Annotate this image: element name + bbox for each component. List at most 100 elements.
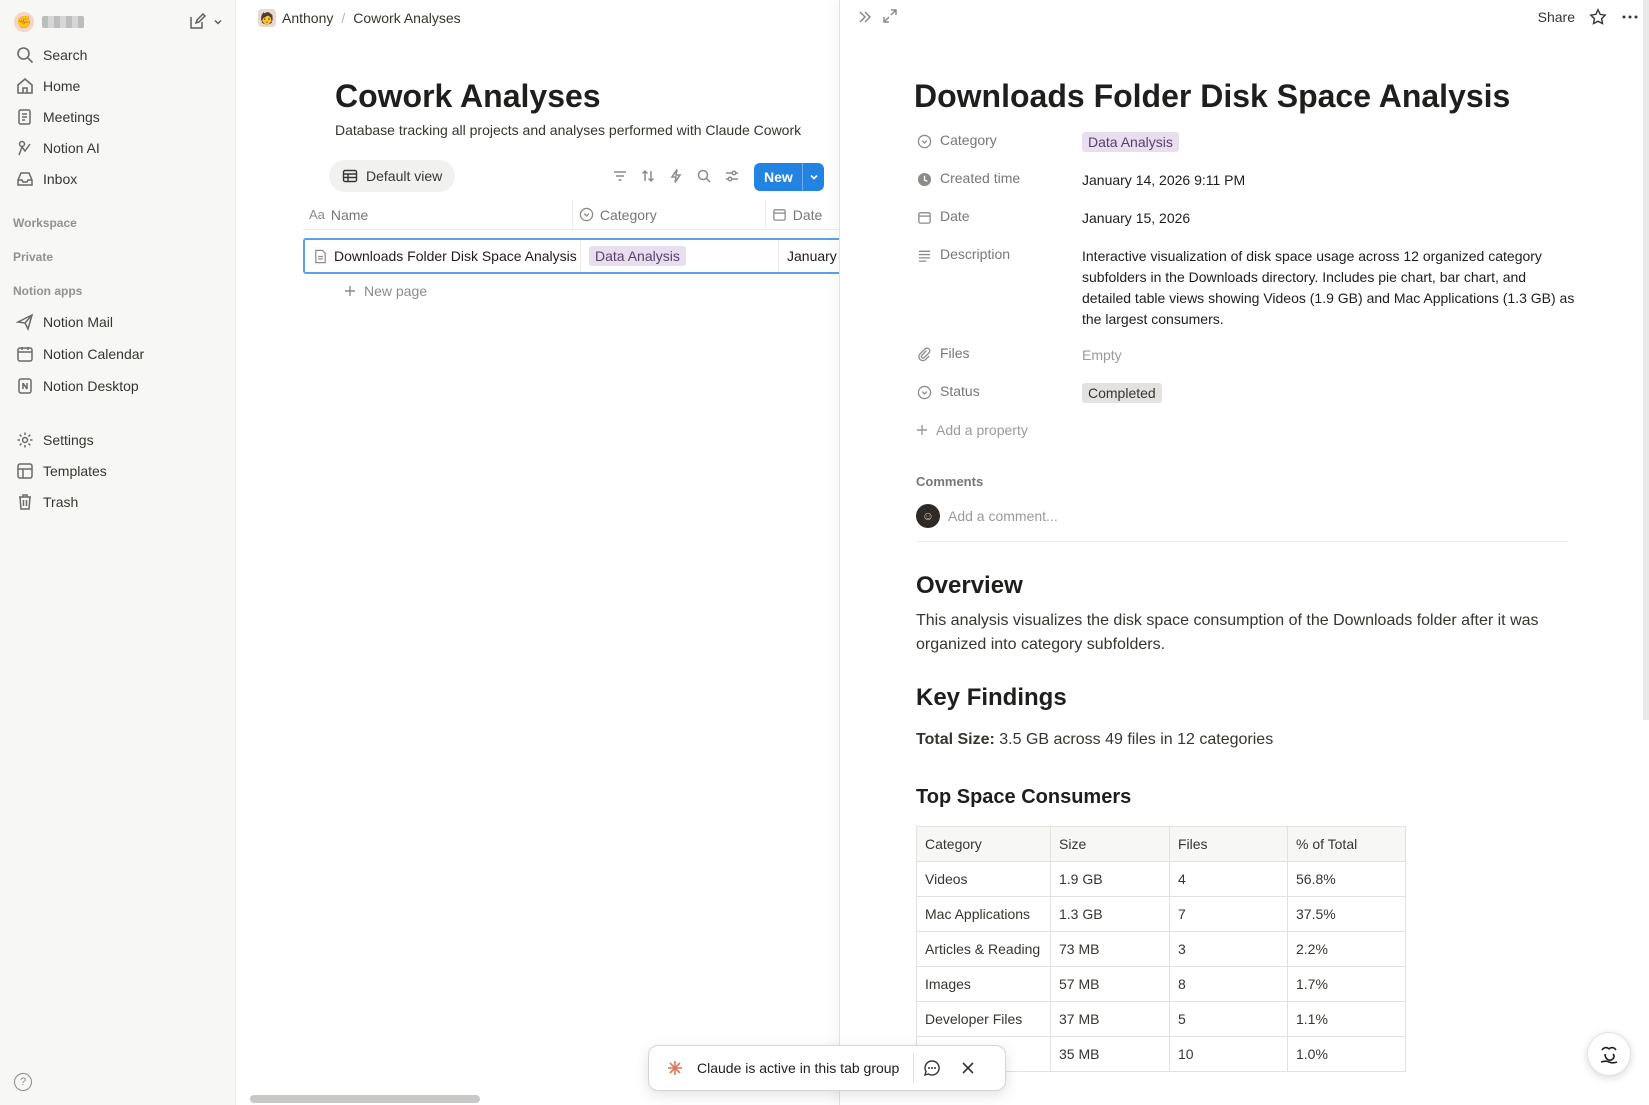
- sidebar-item-settings[interactable]: Settings: [14, 426, 222, 454]
- breadcrumb-user[interactable]: Anthony: [282, 10, 333, 26]
- sidebar-item-notion-desktop[interactable]: Notion Desktop: [14, 372, 222, 400]
- table-cell[interactable]: 10: [1169, 1036, 1288, 1072]
- table-cell[interactable]: 37 MB: [1050, 1001, 1170, 1037]
- section-label-private[interactable]: Private: [13, 250, 53, 264]
- table-cell[interactable]: Developer Files: [916, 1001, 1051, 1037]
- help-button[interactable]: ?: [14, 1073, 32, 1091]
- table-cell[interactable]: 37.5%: [1287, 896, 1406, 932]
- sidebar-item-templates[interactable]: Templates: [14, 457, 222, 485]
- property-description[interactable]: Description Interactive visualization of…: [916, 246, 1576, 330]
- table-cell[interactable]: 1.0%: [1287, 1036, 1406, 1072]
- total-size-text[interactable]: Total Size: 3.5 GB across 49 files in 12…: [916, 728, 1576, 752]
- property-status[interactable]: Status Completed: [916, 383, 1576, 404]
- overview-heading[interactable]: Overview: [916, 572, 1023, 600]
- horizontal-scrollbar[interactable]: [250, 1095, 480, 1103]
- table-row: Articles & Reading 73 MB 3 2.2%: [916, 931, 1406, 967]
- workspace-name-redacted: [42, 16, 84, 28]
- sidebar-item-inbox[interactable]: Inbox: [14, 165, 222, 193]
- comment-input[interactable]: Add a comment...: [948, 508, 1058, 524]
- property-category[interactable]: Category Data Analysis: [916, 132, 1576, 153]
- table-header-cell[interactable]: Size: [1050, 826, 1170, 862]
- overview-text[interactable]: This analysis visualizes the disk space …: [916, 609, 1576, 657]
- column-header-date[interactable]: Date: [766, 200, 839, 230]
- search-icon[interactable]: [695, 166, 713, 186]
- table-cell[interactable]: 7: [1169, 896, 1288, 932]
- table-cell[interactable]: 73 MB: [1050, 931, 1170, 967]
- chat-icon[interactable]: [914, 1059, 950, 1077]
- table-cell[interactable]: 1.9 GB: [1050, 861, 1170, 897]
- column-header-category[interactable]: Category: [573, 199, 766, 230]
- sort-icon[interactable]: [639, 166, 657, 186]
- column-header-name[interactable]: Aa Name: [303, 199, 573, 230]
- comment-box[interactable]: ☺ Add a comment...: [916, 500, 1568, 542]
- row-category-cell[interactable]: Data Analysis: [581, 240, 779, 272]
- sidebar-item-search[interactable]: Search: [14, 41, 222, 69]
- share-button[interactable]: Share: [1538, 9, 1575, 25]
- claude-spark-icon: [663, 1060, 687, 1076]
- row-name-cell[interactable]: Downloads Folder Disk Space Analysis: [305, 240, 581, 272]
- sidebar-item-home[interactable]: Home: [14, 72, 222, 100]
- table-header-cell[interactable]: Category: [916, 826, 1051, 862]
- expand-icon[interactable]: [882, 8, 898, 26]
- sidebar-item-notion-mail[interactable]: Notion Mail: [14, 308, 222, 336]
- table-cell[interactable]: 1.3 GB: [1050, 896, 1170, 932]
- category-tag: Data Analysis: [589, 246, 686, 266]
- table-cell[interactable]: Images: [916, 966, 1051, 1002]
- property-files[interactable]: Files Empty: [916, 345, 1576, 366]
- table-cell[interactable]: 35 MB: [1050, 1036, 1170, 1072]
- chevron-down-icon[interactable]: [212, 16, 224, 28]
- default-view-tab[interactable]: Default view: [329, 160, 456, 192]
- chevron-down-icon[interactable]: [802, 163, 824, 191]
- table-cell[interactable]: Videos: [916, 861, 1051, 897]
- more-options-icon[interactable]: [1621, 8, 1639, 26]
- row-date-cell[interactable]: January 15, 2026: [779, 240, 839, 272]
- table-row[interactable]: Downloads Folder Disk Space Analysis Dat…: [303, 238, 839, 274]
- table-header-cell[interactable]: % of Total: [1287, 826, 1406, 862]
- table-cell[interactable]: 1.7%: [1287, 966, 1406, 1002]
- database-description[interactable]: Database tracking all projects and analy…: [335, 122, 801, 138]
- breadcrumb-page[interactable]: Cowork Analyses: [353, 10, 460, 26]
- table-cell[interactable]: Mac Applications: [916, 896, 1051, 932]
- notion-ai-face-button[interactable]: [1587, 1032, 1631, 1076]
- section-label-workspace[interactable]: Workspace: [13, 216, 77, 230]
- table-cell[interactable]: Articles & Reading: [916, 931, 1051, 967]
- star-icon[interactable]: [1589, 8, 1607, 26]
- sidebar-item-notion-calendar[interactable]: Notion Calendar: [14, 340, 222, 368]
- table-cell[interactable]: 3: [1169, 931, 1288, 967]
- new-button-label: New: [764, 169, 793, 185]
- table-cell[interactable]: 5: [1169, 1001, 1288, 1037]
- table-cell[interactable]: 57 MB: [1050, 966, 1170, 1002]
- page-title[interactable]: Downloads Folder Disk Space Analysis: [914, 78, 1510, 115]
- sidebar-item-notion-ai[interactable]: Notion AI: [14, 134, 222, 162]
- new-button[interactable]: New: [754, 163, 824, 191]
- breadcrumb-separator: /: [341, 10, 346, 26]
- automation-bolt-icon[interactable]: [667, 166, 685, 186]
- table-cell[interactable]: 4: [1169, 861, 1288, 897]
- section-label-notion-apps[interactable]: Notion apps: [13, 284, 82, 298]
- property-name: Status: [940, 383, 980, 399]
- database-title[interactable]: Cowork Analyses: [335, 78, 601, 115]
- table-row: Videos 1.9 GB 4 56.8%: [916, 861, 1406, 897]
- table-cell[interactable]: 1.1%: [1287, 1001, 1406, 1037]
- sidebar-item-meetings[interactable]: Meetings: [14, 103, 222, 131]
- table-cell[interactable]: 56.8%: [1287, 861, 1406, 897]
- view-settings-icon[interactable]: [723, 166, 741, 186]
- table-cell[interactable]: 2.2%: [1287, 931, 1406, 967]
- property-date[interactable]: Date January 15, 2026: [916, 208, 1576, 229]
- sidebar-item-trash[interactable]: Trash: [14, 488, 222, 516]
- table-header-cell[interactable]: Files: [1169, 826, 1288, 862]
- workspace-switcher[interactable]: ✊: [14, 8, 224, 36]
- vertical-scrollbar[interactable]: [1643, 0, 1649, 720]
- property-created-time[interactable]: Created time January 14, 2026 9:11 PM: [916, 170, 1576, 191]
- filter-icon[interactable]: [611, 166, 629, 186]
- close-peek-double-chevron-icon[interactable]: [856, 8, 874, 26]
- top-consumers-heading[interactable]: Top Space Consumers: [916, 786, 1131, 809]
- new-page-icon[interactable]: [188, 13, 206, 31]
- close-icon[interactable]: [950, 1061, 986, 1075]
- sidebar-item-label: Search: [43, 47, 88, 63]
- key-findings-heading[interactable]: Key Findings: [916, 684, 1067, 712]
- toast-text: Claude is active in this tab group: [697, 1060, 900, 1076]
- table-cell[interactable]: 8: [1169, 966, 1288, 1002]
- new-page-button[interactable]: New page: [344, 283, 427, 299]
- add-property-button[interactable]: Add a property: [916, 422, 1028, 438]
